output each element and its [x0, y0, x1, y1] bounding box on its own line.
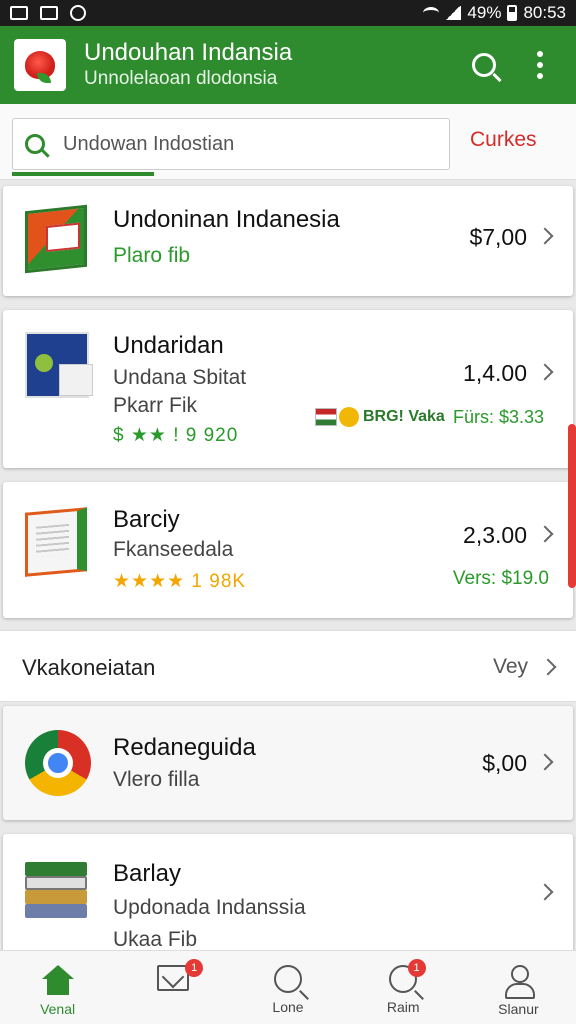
chrome-icon — [25, 730, 91, 796]
battery-percent: 49% — [467, 3, 502, 22]
item-subtitle: Vlero filla — [113, 768, 200, 791]
app-title: Undouhan Indansia — [84, 39, 293, 66]
bottom-navigation: Venal 1 Lone 1 Raim Slanur — [0, 950, 576, 1024]
app-subtitle: Unnolelaoan dlodonsia — [84, 68, 278, 89]
item-title: Undaridan — [113, 332, 224, 359]
search-button[interactable] — [462, 43, 506, 87]
mail-icon — [156, 965, 189, 991]
app-logo — [14, 39, 66, 91]
list-item[interactable]: Redaneguida Vlero filla $,00 — [3, 706, 573, 820]
chevron-right-icon — [536, 525, 554, 543]
item-title: Barlay — [113, 860, 182, 887]
notification-badge: 1 — [185, 959, 204, 977]
item-thumbnail — [25, 332, 93, 398]
overflow-menu-button[interactable] — [518, 43, 562, 87]
nav-item-home[interactable]: Venal — [0, 951, 115, 1024]
notification-badge: 1 — [407, 959, 426, 977]
promo-badge: BRG! Vaka — [363, 408, 445, 425]
section-title: Vkakoneiatan — [22, 655, 156, 680]
item-rating: ★★★★ 1 98K — [113, 571, 247, 592]
chevron-right-icon — [539, 658, 557, 676]
item-price: $7,00 — [469, 224, 527, 250]
item-title: Undoninan Indanesia — [113, 206, 340, 233]
item-price: $,00 — [482, 750, 527, 776]
list-item[interactable]: Barciy Fkanseedala ★★★★ 1 98K 2,3.00 Ver… — [3, 482, 573, 618]
item-title: Redaneguida — [113, 734, 256, 761]
item-price-note: Vers: $19.0 — [452, 568, 549, 589]
section-link[interactable]: Vey — [493, 655, 528, 679]
chevron-right-icon — [536, 753, 554, 771]
nav-label: Raim — [386, 999, 420, 1015]
flag-icon — [315, 408, 337, 426]
item-subtitle-secondary: Pkarr Fik — [113, 394, 197, 417]
nav-label: Slanur — [498, 1001, 539, 1017]
clock: 80:53 — [523, 3, 566, 22]
coin-icon — [339, 407, 359, 427]
item-subtitle: Undana Sbitat — [113, 366, 247, 389]
item-price: 2,3.00 — [463, 522, 527, 548]
image-icon — [10, 6, 28, 20]
nav-item-discover[interactable]: 1 Raim — [346, 951, 461, 1024]
section-header[interactable]: Vkakoneiatan Vey — [0, 630, 576, 702]
item-subtitle: Updonada Indanssia — [113, 896, 306, 919]
item-subtitle: Fkanseedala — [113, 538, 234, 561]
nav-item-messages[interactable]: 1 — [115, 951, 230, 1024]
item-price: 1,4.00 — [463, 360, 527, 386]
chevron-right-icon — [536, 883, 554, 901]
item-rating: $ ★★ ! 9 920 — [113, 425, 239, 446]
battery-icon — [507, 5, 518, 21]
chevron-right-icon — [536, 227, 554, 245]
nav-item-search[interactable]: Lone — [230, 951, 345, 1024]
item-thumbnail — [25, 204, 87, 274]
search-tab-indicator — [12, 172, 154, 176]
list-item[interactable]: Undaridan Undana Sbitat Pkarr Fik $ ★★ !… — [3, 310, 573, 468]
scrollbar[interactable] — [568, 424, 576, 588]
item-thumbnail — [25, 507, 87, 577]
user-icon — [503, 965, 536, 999]
search-action-link[interactable]: Curkes — [470, 128, 537, 152]
nav-item-profile[interactable]: Slanur — [461, 951, 576, 1024]
app-bar: Undouhan Indansia Unnolelaoan dlodonsia — [0, 26, 576, 104]
status-bar: 49% 80:53 — [0, 0, 576, 26]
promo-price: Fürs: $3.33 — [453, 407, 545, 427]
more-vert-icon — [537, 51, 543, 79]
search-icon — [472, 53, 496, 77]
item-subtitle: Plaro fib — [113, 244, 191, 267]
gallery-icon — [40, 6, 58, 20]
item-title: Barciy — [113, 506, 180, 533]
search-icon — [25, 134, 45, 154]
search-input[interactable] — [63, 132, 423, 156]
nav-label: Lone — [272, 999, 304, 1015]
signal-icon — [445, 6, 462, 20]
search-icon — [274, 965, 302, 993]
search-field[interactable] — [12, 118, 450, 170]
wifi-icon — [423, 7, 440, 19]
item-thumbnail — [25, 862, 91, 918]
notification-icon — [70, 5, 86, 21]
item-subtitle-secondary: Ukaa Fib — [113, 928, 198, 951]
list-item[interactable]: Barlay Updonada Indanssia Ukaa Fib — [3, 834, 573, 956]
item-thumbnail — [25, 730, 91, 796]
home-icon — [41, 965, 75, 995]
rose-icon — [25, 51, 55, 83]
books-icon — [25, 862, 91, 918]
list-item[interactable]: Undoninan Indanesia Plaro fib $7,00 — [3, 186, 573, 296]
chevron-right-icon — [536, 363, 554, 381]
nav-label: Venal — [40, 1001, 76, 1017]
